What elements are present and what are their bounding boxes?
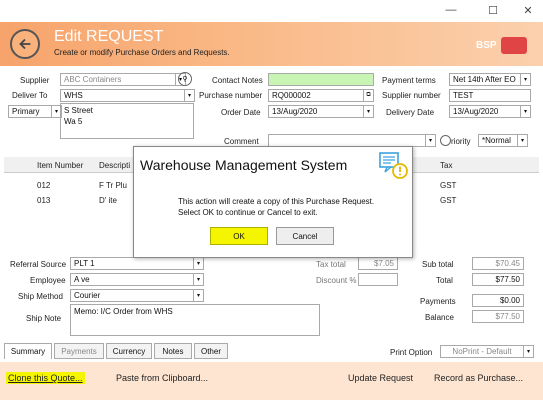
table-row-description[interactable]: D' ite bbox=[99, 196, 117, 205]
comment-label: Comment bbox=[224, 137, 259, 146]
address-type-field[interactable]: Primary bbox=[8, 105, 52, 118]
grid-header-description[interactable]: Descripti bbox=[99, 161, 130, 170]
address-box[interactable]: S Street Wa 5 bbox=[60, 103, 194, 139]
priority-field[interactable]: *Normal bbox=[478, 134, 518, 147]
tax-total-label: Tax total bbox=[316, 260, 346, 269]
priority-dropdown[interactable]: ▾ bbox=[518, 134, 528, 147]
purchase-number-field[interactable]: RQ000002 bbox=[268, 89, 364, 102]
ok-button[interactable]: OK bbox=[210, 227, 268, 245]
table-row-item[interactable]: 012 bbox=[37, 181, 50, 190]
supplier-field[interactable]: ABC Containers bbox=[60, 73, 176, 86]
search-icon[interactable]: ⚲ bbox=[178, 72, 192, 86]
record-purchase-button[interactable]: Record as Purchase... bbox=[434, 373, 523, 383]
deliver-to-dropdown[interactable]: ▾ bbox=[185, 89, 195, 102]
cancel-button[interactable]: Cancel bbox=[276, 227, 334, 245]
discount-field[interactable] bbox=[358, 273, 398, 286]
tab-notes[interactable]: Notes bbox=[154, 343, 192, 359]
dialog-message-line1: This action will create a copy of this P… bbox=[178, 197, 375, 206]
table-row-description[interactable]: F Tr Plu bbox=[99, 181, 127, 190]
ship-method-field[interactable]: Courier bbox=[70, 289, 194, 302]
warning-icon bbox=[379, 152, 408, 179]
payment-terms-dropdown[interactable]: ▾ bbox=[521, 73, 531, 86]
payment-terms-label: Payment terms bbox=[382, 76, 436, 85]
print-option-label: Print Option bbox=[390, 348, 433, 357]
comment-dropdown[interactable]: ▾ bbox=[426, 134, 436, 147]
dialog-title: Warehouse Management System bbox=[140, 157, 348, 173]
balance-field: $77.50 bbox=[472, 310, 524, 323]
address-line1: S Street bbox=[64, 106, 93, 115]
payments-label: Payments bbox=[420, 297, 456, 306]
dialog-message-line2: Select OK to continue or Cancel to exit. bbox=[178, 208, 318, 217]
close-icon[interactable]: ✕ bbox=[521, 4, 535, 17]
total-field: $77.50 bbox=[472, 273, 524, 286]
order-date-dropdown[interactable]: ▾ bbox=[364, 105, 374, 118]
delivery-date-label: Delivery Date bbox=[386, 108, 435, 117]
print-option-dropdown[interactable]: ▾ bbox=[524, 345, 534, 358]
sub-total-field: $70.45 bbox=[472, 257, 524, 270]
referral-source-label: Referral Source bbox=[10, 260, 67, 269]
discount-label: Discount % bbox=[316, 276, 357, 285]
table-row-tax[interactable]: GST bbox=[440, 181, 456, 190]
maximize-icon[interactable]: ☐ bbox=[486, 4, 500, 17]
balance-label: Balance bbox=[425, 313, 454, 322]
supplier-number-label: Supplier number bbox=[382, 91, 441, 100]
brand-logo bbox=[501, 37, 527, 54]
table-row-tax[interactable]: GST bbox=[440, 196, 456, 205]
page-subtitle: Create or modify Purchase Orders and Req… bbox=[54, 48, 230, 57]
deliver-to-field[interactable]: WHS bbox=[60, 89, 185, 102]
employee-dropdown[interactable]: ▾ bbox=[194, 273, 204, 286]
print-option-field[interactable]: NoPrint - Default bbox=[440, 345, 524, 358]
tab-payments[interactable]: Payments bbox=[54, 343, 104, 359]
table-row-item[interactable]: 013 bbox=[37, 196, 50, 205]
brand-text: BSP bbox=[476, 40, 497, 51]
referral-source-dropdown[interactable]: ▾ bbox=[194, 257, 204, 270]
tab-currency[interactable]: Currency bbox=[106, 343, 152, 359]
update-request-button[interactable]: Update Request bbox=[348, 373, 413, 383]
ship-note-field[interactable]: Memo: I/C Order from WHS bbox=[70, 304, 320, 336]
order-date-field[interactable]: 13/Aug/2020 bbox=[268, 105, 364, 118]
priority-label: riority bbox=[451, 137, 471, 146]
address-line2: Wa 5 bbox=[64, 117, 83, 126]
grid-header-item[interactable]: Item Number bbox=[37, 161, 83, 170]
arrow-left-icon bbox=[19, 38, 31, 50]
supplier-number-field[interactable]: TEST bbox=[449, 89, 531, 102]
page-title: Edit REQUEST bbox=[54, 28, 164, 45]
ship-method-dropdown[interactable]: ▾ bbox=[194, 289, 204, 302]
employee-field[interactable]: A ve bbox=[70, 273, 194, 286]
employee-label: Employee bbox=[30, 276, 66, 285]
paste-clipboard-link[interactable]: Paste from Clipboard... bbox=[116, 373, 208, 383]
confirm-dialog: Warehouse Management System This action … bbox=[133, 146, 413, 258]
ship-method-label: Ship Method bbox=[18, 292, 63, 301]
minimize-icon[interactable]: — bbox=[444, 4, 458, 16]
deliver-to-label: Deliver To bbox=[12, 91, 48, 100]
tab-other[interactable]: Other bbox=[194, 343, 228, 359]
sub-total-label: Sub total bbox=[422, 260, 454, 269]
referral-source-field[interactable]: PLT 1 bbox=[70, 257, 194, 270]
total-label: Total bbox=[436, 276, 453, 285]
payments-field: $0.00 bbox=[472, 294, 524, 307]
payment-terms-field[interactable]: Net 14th After EO bbox=[449, 73, 521, 86]
back-button[interactable] bbox=[10, 29, 40, 59]
clone-quote-link[interactable]: Clone this Quote... bbox=[6, 372, 85, 384]
supplier-label: Supplier bbox=[20, 76, 50, 85]
order-date-label: Order Date bbox=[221, 108, 261, 117]
tab-summary[interactable]: Summary bbox=[4, 343, 52, 359]
delivery-date-field[interactable]: 13/Aug/2020 bbox=[449, 105, 521, 118]
priority-radio[interactable] bbox=[440, 135, 451, 146]
title-bar bbox=[0, 0, 543, 22]
purchase-number-label: Purchase number bbox=[199, 91, 263, 100]
tax-total-field: $7.05 bbox=[358, 257, 398, 270]
contact-notes-field[interactable] bbox=[268, 73, 374, 86]
contact-notes-label: Contact Notes bbox=[212, 76, 263, 85]
purchase-number-popup-icon[interactable]: ⧉ bbox=[364, 89, 374, 102]
grid-header-tax[interactable]: Tax bbox=[440, 161, 452, 170]
delivery-date-dropdown[interactable]: ▾ bbox=[521, 105, 531, 118]
ship-note-label: Ship Note bbox=[26, 314, 62, 323]
